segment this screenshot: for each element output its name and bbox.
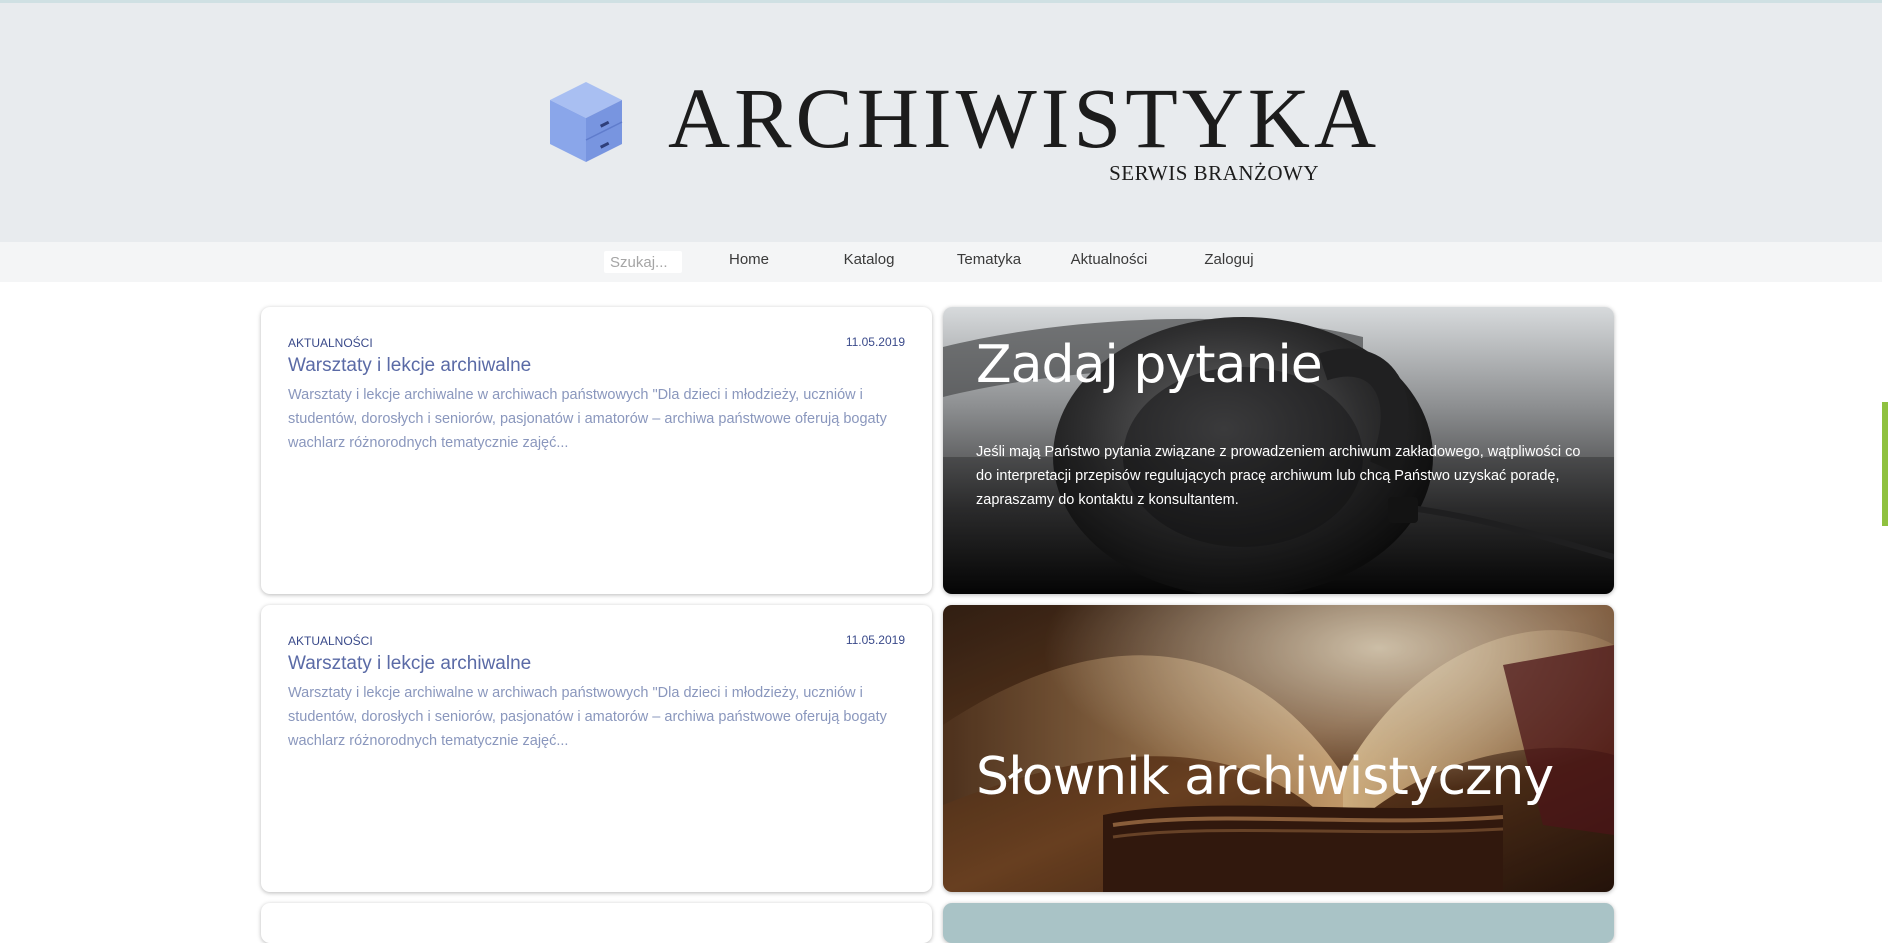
article-category: AKTUALNOŚCI (288, 634, 373, 648)
site-brand-name[interactable]: ARCHIWISTYKA (668, 73, 1376, 163)
nav-item-zaloguj[interactable]: Zaloguj (1169, 251, 1289, 268)
feature-tile[interactable] (943, 903, 1614, 943)
article-date: 11.05.2019 (845, 335, 905, 349)
ask-question-tile[interactable]: Zadaj pytanie Jeśli mają Państwo pytania… (943, 307, 1614, 594)
article-category: AKTUALNOŚCI (288, 336, 373, 350)
filing-cabinet-cube-icon (550, 82, 623, 162)
main-nav: Home Katalog Tematyka Aktualności Zalogu… (0, 242, 1882, 282)
nav-item-tematyka[interactable]: Tematyka (929, 251, 1049, 268)
search-input[interactable] (604, 251, 682, 273)
scrollbar-thumb[interactable] (1882, 402, 1888, 526)
site-header: ARCHIWISTYKA SERWIS BRANŻOWY (0, 3, 1882, 242)
nav-item-home[interactable]: Home (689, 251, 809, 268)
article-title-link[interactable]: Warsztaty i lekcje archiwalne (288, 653, 531, 675)
nav-item-aktualnosci[interactable]: Aktualności (1049, 251, 1169, 268)
nav-item-katalog[interactable]: Katalog (809, 251, 929, 268)
article-card[interactable] (261, 903, 932, 943)
dictionary-tile[interactable]: Słownik archiwistyczny (943, 605, 1614, 892)
article-card[interactable]: AKTUALNOŚCI 11.05.2019 Warsztaty i lekcj… (261, 605, 932, 892)
article-date: 11.05.2019 (845, 633, 905, 647)
dictionary-title: Słownik archiwistyczny (976, 747, 1554, 807)
site-tagline: SERWIS BRANŻOWY (1109, 161, 1319, 185)
ask-question-title: Zadaj pytanie (976, 335, 1323, 395)
article-excerpt: Warsztaty i lekcje archiwalne w archiwac… (288, 387, 887, 451)
article-card[interactable]: AKTUALNOŚCI 11.05.2019 Warsztaty i lekcj… (261, 307, 932, 594)
article-excerpt: Warsztaty i lekcje archiwalne w archiwac… (288, 685, 887, 749)
article-title-link[interactable]: Warsztaty i lekcje archiwalne (288, 355, 531, 377)
ask-question-description: Jeśli mają Państwo pytania związane z pr… (976, 444, 1581, 508)
